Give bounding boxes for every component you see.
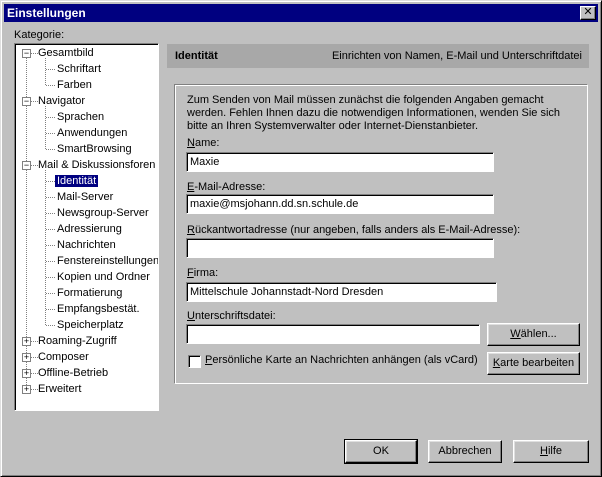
tree-connector	[46, 325, 55, 326]
tree-connector	[46, 181, 55, 182]
close-button[interactable]: ✕	[580, 6, 596, 20]
name-label: Name:	[187, 137, 220, 149]
signature-file-input[interactable]	[186, 324, 480, 344]
collapse-icon[interactable]: −	[22, 161, 31, 170]
name-input[interactable]	[186, 152, 494, 172]
tree-item[interactable]: Anwendungen	[57, 125, 127, 141]
tree-connector	[31, 357, 38, 358]
tree-item[interactable]: Erweitert	[38, 381, 81, 397]
edit-card-button[interactable]: Karte bearbeiten	[487, 352, 580, 375]
tree-connector	[31, 389, 38, 390]
choose-signature-button[interactable]: Wählen...	[487, 323, 580, 346]
tree-connector	[46, 277, 55, 278]
expand-icon[interactable]: +	[22, 385, 31, 394]
tree-item[interactable]: Fenstereinstellungen	[57, 253, 158, 269]
tree-item[interactable]: Navigator	[38, 93, 85, 109]
tree-connector	[31, 341, 38, 342]
email-label: E-Mail-Adresse:	[187, 181, 266, 193]
tree-connector	[46, 261, 55, 262]
tree-item[interactable]: Schriftart	[57, 61, 101, 77]
tree-branch-line	[45, 106, 46, 149]
tree-connector	[46, 245, 55, 246]
tree-item[interactable]: Roaming-Zugriff	[38, 333, 117, 349]
tree-item[interactable]: Speicherplatz	[57, 317, 124, 333]
tree-connector	[46, 69, 55, 70]
tree-item[interactable]: Mail & Diskussionsforen	[38, 157, 155, 173]
category-tree[interactable]: − Gesamtbild Schriftart Farben − Navigator Spr…	[14, 43, 159, 411]
expand-icon[interactable]: +	[22, 369, 31, 378]
tree-connector	[46, 229, 55, 230]
tree-connector	[31, 165, 38, 166]
tree-item[interactable]: Adressierung	[57, 221, 122, 237]
tree-connector	[46, 133, 55, 134]
attach-vcard-checkbox[interactable]	[188, 355, 201, 368]
window-title: Einstellungen	[7, 6, 86, 20]
organization-input[interactable]	[186, 282, 497, 302]
signature-file-label: Unterschriftsdatei:	[187, 310, 276, 322]
tree-connector	[31, 101, 38, 102]
collapse-icon[interactable]: −	[22, 97, 31, 106]
tree-item-selected[interactable]: Identität	[55, 173, 99, 189]
category-label: Kategorie:	[14, 29, 65, 41]
tree-item[interactable]: Composer	[38, 349, 89, 365]
tree-item[interactable]: Gesamtbild	[38, 45, 94, 61]
intro-text: Zum Senden von Mail müssen zunächst die …	[187, 94, 561, 132]
reply-to-input[interactable]	[186, 238, 494, 258]
tree-connector	[31, 53, 38, 54]
tree-connector	[46, 117, 55, 118]
tree-item[interactable]: Sprachen	[57, 109, 104, 125]
section-title: Identität	[175, 50, 218, 62]
tree-connector	[46, 293, 55, 294]
tree-connector	[46, 197, 55, 198]
title-bar: Einstellungen ✕	[4, 4, 598, 22]
email-input[interactable]	[186, 194, 494, 214]
tree-item[interactable]: Farben	[57, 77, 92, 93]
tree-item[interactable]: Empfangsbestät.	[57, 301, 140, 317]
expand-icon[interactable]: +	[22, 353, 31, 362]
reply-to-label: Rückantwortadresse (nur angeben, falls a…	[187, 224, 521, 236]
tree-item[interactable]: Kopien und Ordner	[57, 269, 150, 285]
tree-item[interactable]: Newsgroup-Server	[57, 205, 149, 221]
tree-connector	[46, 309, 55, 310]
tree-connector	[46, 85, 55, 86]
tree-branch-line	[45, 170, 46, 325]
help-button[interactable]: Hilfe	[513, 440, 589, 463]
tree-branch-line	[45, 58, 46, 85]
section-header: Identität Einrichten von Namen, E-Mail u…	[167, 44, 589, 68]
tree-connector	[46, 149, 55, 150]
tree-item[interactable]: Nachrichten	[57, 237, 116, 253]
collapse-icon[interactable]: −	[22, 49, 31, 58]
tree-connector	[31, 373, 38, 374]
tree-item[interactable]: Formatierung	[57, 285, 122, 301]
section-subtitle: Einrichten von Namen, E-Mail und Untersc…	[331, 50, 582, 62]
cancel-button[interactable]: Abbrechen	[428, 440, 502, 463]
attach-vcard-label[interactable]: Persönliche Karte an Nachrichten anhänge…	[205, 354, 478, 366]
organization-label: Firma:	[187, 267, 219, 279]
close-icon: ✕	[583, 6, 593, 18]
tree-connector	[46, 213, 55, 214]
tree-item[interactable]: Mail-Server	[57, 189, 113, 205]
tree-item[interactable]: SmartBrowsing	[57, 141, 132, 157]
tree-item[interactable]: Offline-Betrieb	[38, 365, 108, 381]
expand-icon[interactable]: +	[22, 337, 31, 346]
ok-button[interactable]: OK	[344, 439, 418, 464]
